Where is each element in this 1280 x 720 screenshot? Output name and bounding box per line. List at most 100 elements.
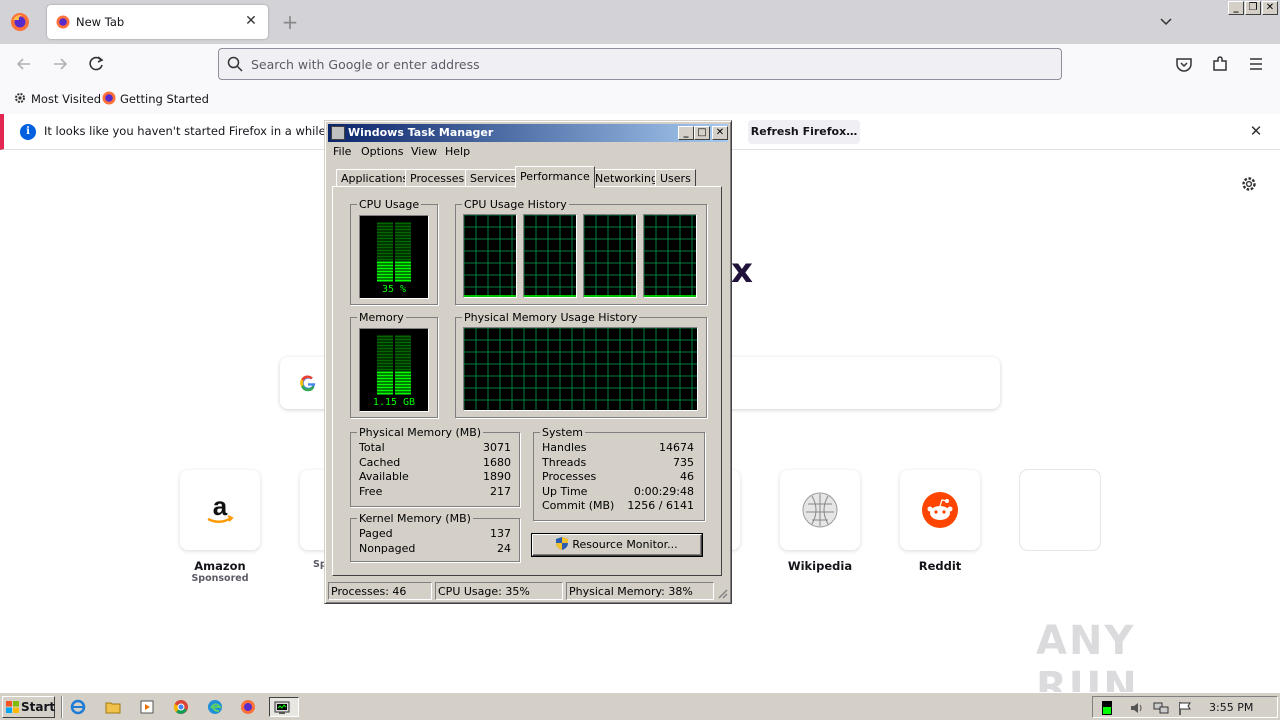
taskbar-separator	[61, 696, 63, 718]
meter-segment	[395, 270, 411, 273]
resource-monitor-button[interactable]: Resource Monitor...	[531, 533, 703, 557]
tab-performance[interactable]: Performance	[515, 166, 595, 188]
bookmark-label: Most Visited	[31, 92, 101, 106]
shortcut-amazon[interactable]: a Amazon Sponsored	[180, 470, 260, 584]
taskbar-clock[interactable]: 3:55 PM	[1209, 701, 1253, 714]
firefox-logo-icon[interactable]	[10, 12, 30, 32]
minimize-icon[interactable]: _	[678, 126, 694, 140]
shortcut-tile[interactable]	[780, 470, 860, 550]
memory-meter: 1.15 GB	[359, 328, 429, 412]
meter-segment	[377, 276, 393, 279]
bookmark-label: Getting Started	[120, 92, 209, 106]
url-bar[interactable]: Search with Google or enter address	[218, 48, 1062, 80]
cpu-meter-bars	[377, 222, 411, 282]
taskbar-firefox[interactable]	[236, 697, 260, 717]
bookmark-most-visited[interactable]: Most Visited	[13, 91, 101, 107]
meter-segment	[395, 377, 411, 380]
tab-processes[interactable]: Processes	[405, 169, 470, 187]
reload-icon[interactable]	[85, 53, 107, 75]
meter-segment	[395, 279, 411, 282]
meter-segment	[395, 264, 411, 267]
hamburger-menu-icon[interactable]	[1245, 53, 1267, 75]
menu-options[interactable]: Options	[361, 145, 403, 158]
shortcut-label: Amazon	[194, 559, 246, 573]
meter-segment	[395, 359, 411, 362]
meter-segment	[377, 359, 393, 362]
stat-threads: Threads 735	[542, 456, 694, 470]
stat-label: Cached	[359, 456, 401, 469]
taskbar-chrome[interactable]	[169, 697, 193, 717]
physical-memory-group: Physical Memory (MB) Total 3071 Cached 168…	[350, 426, 520, 507]
tab-users[interactable]: Users	[655, 169, 696, 187]
tab-new-tab[interactable]: New Tab ✕	[47, 5, 268, 39]
refresh-firefox-button[interactable]: Refresh Firefox…	[748, 120, 860, 144]
tab-applications[interactable]: Applications	[336, 169, 414, 187]
shortcut-empty[interactable]	[1020, 470, 1100, 550]
back-arrow-icon[interactable]	[13, 53, 35, 75]
minimize-window-icon[interactable]: _	[1228, 1, 1244, 15]
shortcut-tile[interactable]: a	[180, 470, 260, 550]
list-all-tabs-chevron-icon[interactable]	[1158, 13, 1174, 29]
windows-taskbar: Start 3:55 PM	[0, 692, 1280, 720]
task-manager-tray-meter-icon[interactable]	[1099, 700, 1115, 716]
tab-close-icon[interactable]: ✕	[242, 12, 260, 30]
cpu-history-graph	[523, 214, 577, 298]
stat-label: Up Time	[542, 485, 588, 498]
meter-segment	[395, 338, 411, 341]
stat-commit: Commit (MB) 1256 / 6141	[542, 499, 694, 513]
tab-services[interactable]: Services	[465, 169, 522, 187]
menu-file[interactable]: File	[333, 145, 351, 158]
start-button[interactable]: Start	[2, 696, 55, 718]
meter-segment	[395, 368, 411, 371]
tab-networking[interactable]: Networking	[590, 169, 663, 187]
task-manager-titlebar[interactable]: Windows Task Manager _ □ ✕	[328, 124, 728, 142]
meter-segment	[377, 225, 393, 228]
cpu-history-graph	[463, 214, 517, 298]
shortcut-reddit[interactable]: Reddit	[900, 470, 980, 573]
meter-segment	[377, 353, 393, 356]
shortcut-wikipedia[interactable]: Wikipedia	[780, 470, 860, 573]
group-title: CPU Usage	[357, 198, 422, 211]
empty-tile[interactable]	[1020, 470, 1100, 550]
uac-shield-icon	[556, 537, 569, 550]
meter-segment	[395, 341, 411, 344]
task-manager-window[interactable]: Windows Task Manager _ □ ✕ File Options …	[324, 120, 732, 604]
taskbar-task-manager[interactable]	[269, 697, 299, 717]
volume-icon[interactable]	[1129, 700, 1145, 716]
meter-segment	[377, 222, 393, 225]
taskbar-media-player[interactable]	[135, 697, 159, 717]
stat-label: Nonpaged	[359, 542, 416, 555]
cpu-history-graph	[643, 214, 697, 298]
personalize-gear-icon[interactable]	[1240, 175, 1258, 193]
shortcut-tile[interactable]	[900, 470, 980, 550]
stat-value: 735	[673, 456, 694, 469]
bookmark-getting-started[interactable]: Getting Started	[102, 91, 209, 107]
forward-arrow-icon[interactable]	[49, 53, 71, 75]
meter-segment	[377, 243, 393, 246]
taskbar-edge[interactable]	[203, 697, 227, 717]
close-icon[interactable]: ✕	[712, 126, 728, 140]
stat-paged: Paged 137	[359, 527, 511, 541]
taskbar-ie[interactable]	[66, 697, 90, 717]
meter-segment	[377, 368, 393, 371]
meter-segment	[395, 365, 411, 368]
taskbar-explorer[interactable]	[101, 697, 125, 717]
pocket-icon[interactable]	[1173, 53, 1195, 75]
notification-close-icon[interactable]: ✕	[1248, 123, 1264, 139]
action-center-flag-icon[interactable]	[1177, 700, 1193, 716]
url-placeholder[interactable]: Search with Google or enter address	[251, 57, 480, 72]
maximize-icon[interactable]: □	[694, 126, 710, 140]
close-window-icon[interactable]: ✕	[1262, 1, 1278, 15]
restore-window-icon[interactable]: ❐	[1245, 1, 1261, 15]
extensions-puzzle-icon[interactable]	[1209, 53, 1231, 75]
resize-grip-icon[interactable]	[716, 587, 728, 599]
svg-text:a: a	[213, 491, 228, 521]
meter-segment	[395, 243, 411, 246]
new-tab-plus-icon[interactable]: +	[280, 10, 300, 34]
menu-view[interactable]: View	[411, 145, 437, 158]
menu-help[interactable]: Help	[445, 145, 470, 158]
meter-segment	[377, 234, 393, 237]
stat-value: 1256 / 6141	[627, 499, 694, 512]
network-icon[interactable]	[1153, 700, 1169, 716]
stat-nonpaged: Nonpaged 24	[359, 542, 511, 556]
